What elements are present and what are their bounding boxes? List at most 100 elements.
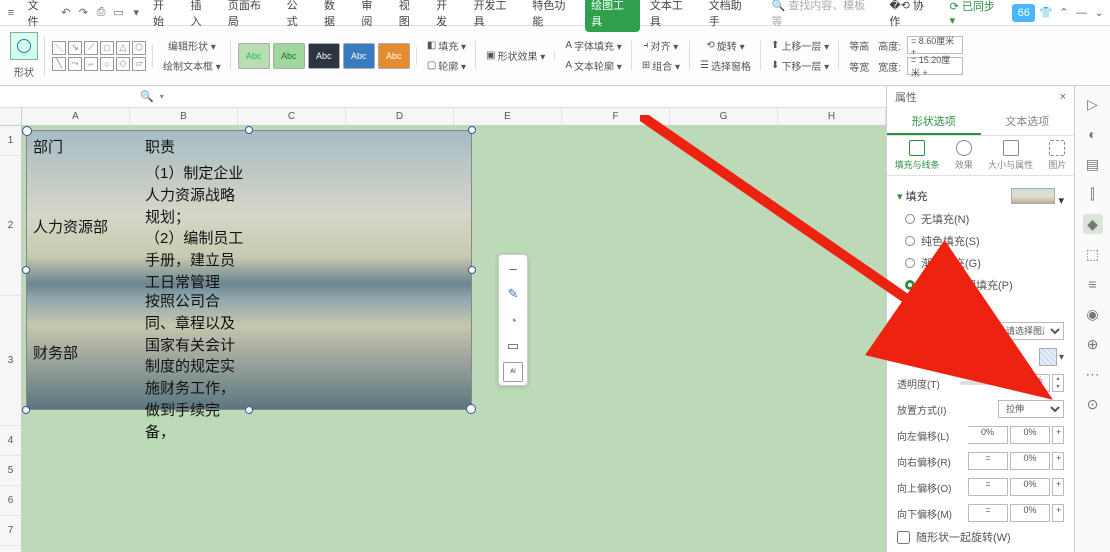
more-qat-icon[interactable]: ▾ <box>129 6 143 20</box>
row-7[interactable]: 7 <box>0 516 21 546</box>
sb-cell-icon[interactable]: ▤ <box>1083 154 1103 174</box>
tab-special[interactable]: 特色功能 <box>526 0 581 32</box>
sub-fill-line[interactable]: 填充与线条 <box>895 140 940 171</box>
combine-dropdown[interactable]: ⊞ 组合 ▾ <box>639 57 683 74</box>
preview-icon[interactable]: ▭ <box>112 6 126 20</box>
tab-view[interactable]: 视图 <box>393 0 426 32</box>
off-bottom-input[interactable]: 0% <box>1010 504 1050 522</box>
row-5[interactable]: 5 <box>0 456 21 486</box>
logo-badge-icon[interactable]: 66 <box>1012 4 1035 22</box>
sub-size[interactable]: 大小与属性 <box>988 140 1033 171</box>
caret-icon[interactable]: ⌃ <box>1057 6 1071 20</box>
tab-dev[interactable]: 开发 <box>430 0 463 32</box>
sub-effects[interactable]: 效果 <box>955 140 973 171</box>
shape-gallery[interactable]: ＼╲↘⤳⟋⌐ □○△◇⬡▱ <box>52 41 146 71</box>
row-6[interactable]: 6 <box>0 486 21 516</box>
tab-text-tools[interactable]: 文本工具 <box>644 0 699 32</box>
draw-textbox-dropdown[interactable]: 绘制文本框 ▾ <box>160 57 224 74</box>
align-dropdown[interactable]: ⫞ 对齐 ▾ <box>641 37 682 54</box>
tab-devtools[interactable]: 开发工具 <box>468 0 523 32</box>
preset-5[interactable]: Abc <box>378 43 410 69</box>
sub-picture[interactable]: 图片 <box>1048 140 1066 171</box>
col-h[interactable]: H <box>778 108 886 125</box>
preset-2[interactable]: Abc <box>273 43 305 69</box>
min-ribbon-icon[interactable]: — <box>1075 6 1089 20</box>
tab-start[interactable]: 开始 <box>147 0 180 32</box>
radio-solid-fill[interactable]: 纯色填充(S) <box>897 230 1064 252</box>
tiling-select[interactable]: 拉伸 <box>998 400 1064 418</box>
select-all-corner[interactable] <box>0 108 22 125</box>
radio-picture-fill[interactable]: 图片或纹理填充(P) <box>897 274 1064 296</box>
pic-src-select[interactable]: 请选择图片 <box>998 322 1064 340</box>
eq-width-button[interactable]: 等宽 <box>846 58 872 75</box>
redo-icon[interactable]: ↷ <box>77 6 91 20</box>
fill-dropdown[interactable]: ◧ 填充 ▾ <box>424 37 469 54</box>
sb-more-icon[interactable]: ⋯ <box>1083 364 1103 384</box>
radio-gradient-fill[interactable]: 渐变填充(G) <box>897 252 1064 274</box>
more-icon[interactable]: ⌄ <box>1092 6 1106 20</box>
col-f[interactable]: F <box>562 108 670 125</box>
fill-section-header[interactable]: ▾ ▸ 填充填充 ▾ <box>897 188 1064 204</box>
tab-review[interactable]: 审阅 <box>355 0 388 32</box>
off-top-input[interactable]: 0% <box>1010 478 1050 496</box>
search-box[interactable]: 🔍 查找内容、模板等 <box>765 0 879 32</box>
panel-tab-text[interactable]: 文本选项 <box>981 108 1075 135</box>
bring-forward-dropdown[interactable]: ⬆ 上移一层 ▾ <box>768 37 832 54</box>
quick-collapse-icon[interactable]: – <box>503 258 523 278</box>
undo-icon[interactable]: ↶ <box>59 6 73 20</box>
selection-pane-button[interactable]: ☰ 选择窗格 <box>697 57 754 74</box>
width-input[interactable]: = 15.20厘米 + <box>907 57 963 75</box>
col-c[interactable]: C <box>238 108 346 125</box>
eq-height-button[interactable]: 等高 <box>846 37 872 54</box>
off-left-input[interactable]: 0% <box>968 426 1008 444</box>
sync-status[interactable]: ⟳ 已同步 ▾ <box>944 0 1008 30</box>
col-e[interactable]: E <box>454 108 562 125</box>
texture-picker[interactable] <box>1039 348 1057 366</box>
rotate-dropdown[interactable]: ⟲ 旋转 ▾ <box>703 37 747 54</box>
insert-shape-icon[interactable] <box>10 32 38 60</box>
skin-icon[interactable]: 👕 <box>1039 6 1053 20</box>
quick-crop-icon[interactable]: ◔ <box>503 310 523 330</box>
opacity-value[interactable]: 0% <box>1022 374 1050 392</box>
opacity-slider[interactable] <box>960 381 1020 385</box>
coop-button[interactable]: �⟲ 协作 <box>883 0 939 32</box>
row-2[interactable]: 2 <box>0 156 21 296</box>
rotate-with-shape-checkbox[interactable] <box>897 531 910 544</box>
spreadsheet-area[interactable]: 🔍▾ A B C D E F G H 1 2 3 4 5 6 7 <box>0 86 886 552</box>
preset-4[interactable]: Abc <box>343 43 375 69</box>
style-presets[interactable]: Abc Abc Abc Abc Abc <box>238 43 410 69</box>
tab-pagelayout[interactable]: 页面布局 <box>222 0 277 32</box>
quick-ai-icon[interactable]: ᴬᴵ <box>503 362 523 382</box>
sb-list-icon[interactable]: ≡ <box>1083 274 1103 294</box>
quick-border-icon[interactable]: ▭ <box>503 336 523 356</box>
shape-effects-dropdown[interactable]: ▣ 形状效果 ▾ <box>483 47 548 64</box>
tab-insert[interactable]: 插入 <box>184 0 217 32</box>
col-b[interactable]: B <box>130 108 238 125</box>
col-a[interactable]: A <box>22 108 130 125</box>
row-1[interactable]: 1 <box>0 126 21 156</box>
cell-grid[interactable]: 部门 职责 人力资源部 （1）制定企业人力资源战略规划； （2）编制员工手册，建… <box>22 126 886 552</box>
sb-image-icon[interactable]: ⬚ <box>1083 244 1103 264</box>
sb-download-icon[interactable]: ⊕ <box>1083 334 1103 354</box>
selected-shape[interactable]: 部门 职责 人力资源部 （1）制定企业人力资源战略规划； （2）编制员工手册，建… <box>26 130 472 410</box>
send-backward-dropdown[interactable]: ⬇ 下移一层 ▾ <box>768 57 832 74</box>
tab-data[interactable]: 数据 <box>318 0 351 32</box>
quick-edit-icon[interactable]: ✎ <box>503 284 523 304</box>
col-g[interactable]: G <box>670 108 778 125</box>
sb-style-icon[interactable]: ◐ <box>1083 124 1103 144</box>
file-menu[interactable]: 文件 <box>22 0 55 32</box>
sb-chart-icon[interactable]: ⫿ <box>1083 184 1103 204</box>
sb-select-icon[interactable]: ▷ <box>1083 94 1103 114</box>
fill-preview-swatch[interactable] <box>1011 188 1055 204</box>
panel-close-icon[interactable]: × <box>1060 91 1066 103</box>
radio-pattern-fill[interactable]: 图案填充(A) <box>897 296 1064 318</box>
row-4[interactable]: 4 <box>0 426 21 456</box>
outline-dropdown[interactable]: ▢ 轮廓 ▾ <box>424 57 469 74</box>
app-menu-icon[interactable]: ≡ <box>4 6 18 20</box>
preset-1[interactable]: Abc <box>238 43 270 69</box>
edit-shape-dropdown[interactable]: 编辑形状 ▾ <box>165 37 219 54</box>
sb-shape-icon[interactable]: ◆ <box>1083 214 1103 234</box>
radio-no-fill[interactable]: 无填充(N) <box>897 208 1064 230</box>
off-right-input[interactable]: 0% <box>1010 452 1050 470</box>
panel-tab-shape[interactable]: 形状选项 <box>887 108 981 135</box>
